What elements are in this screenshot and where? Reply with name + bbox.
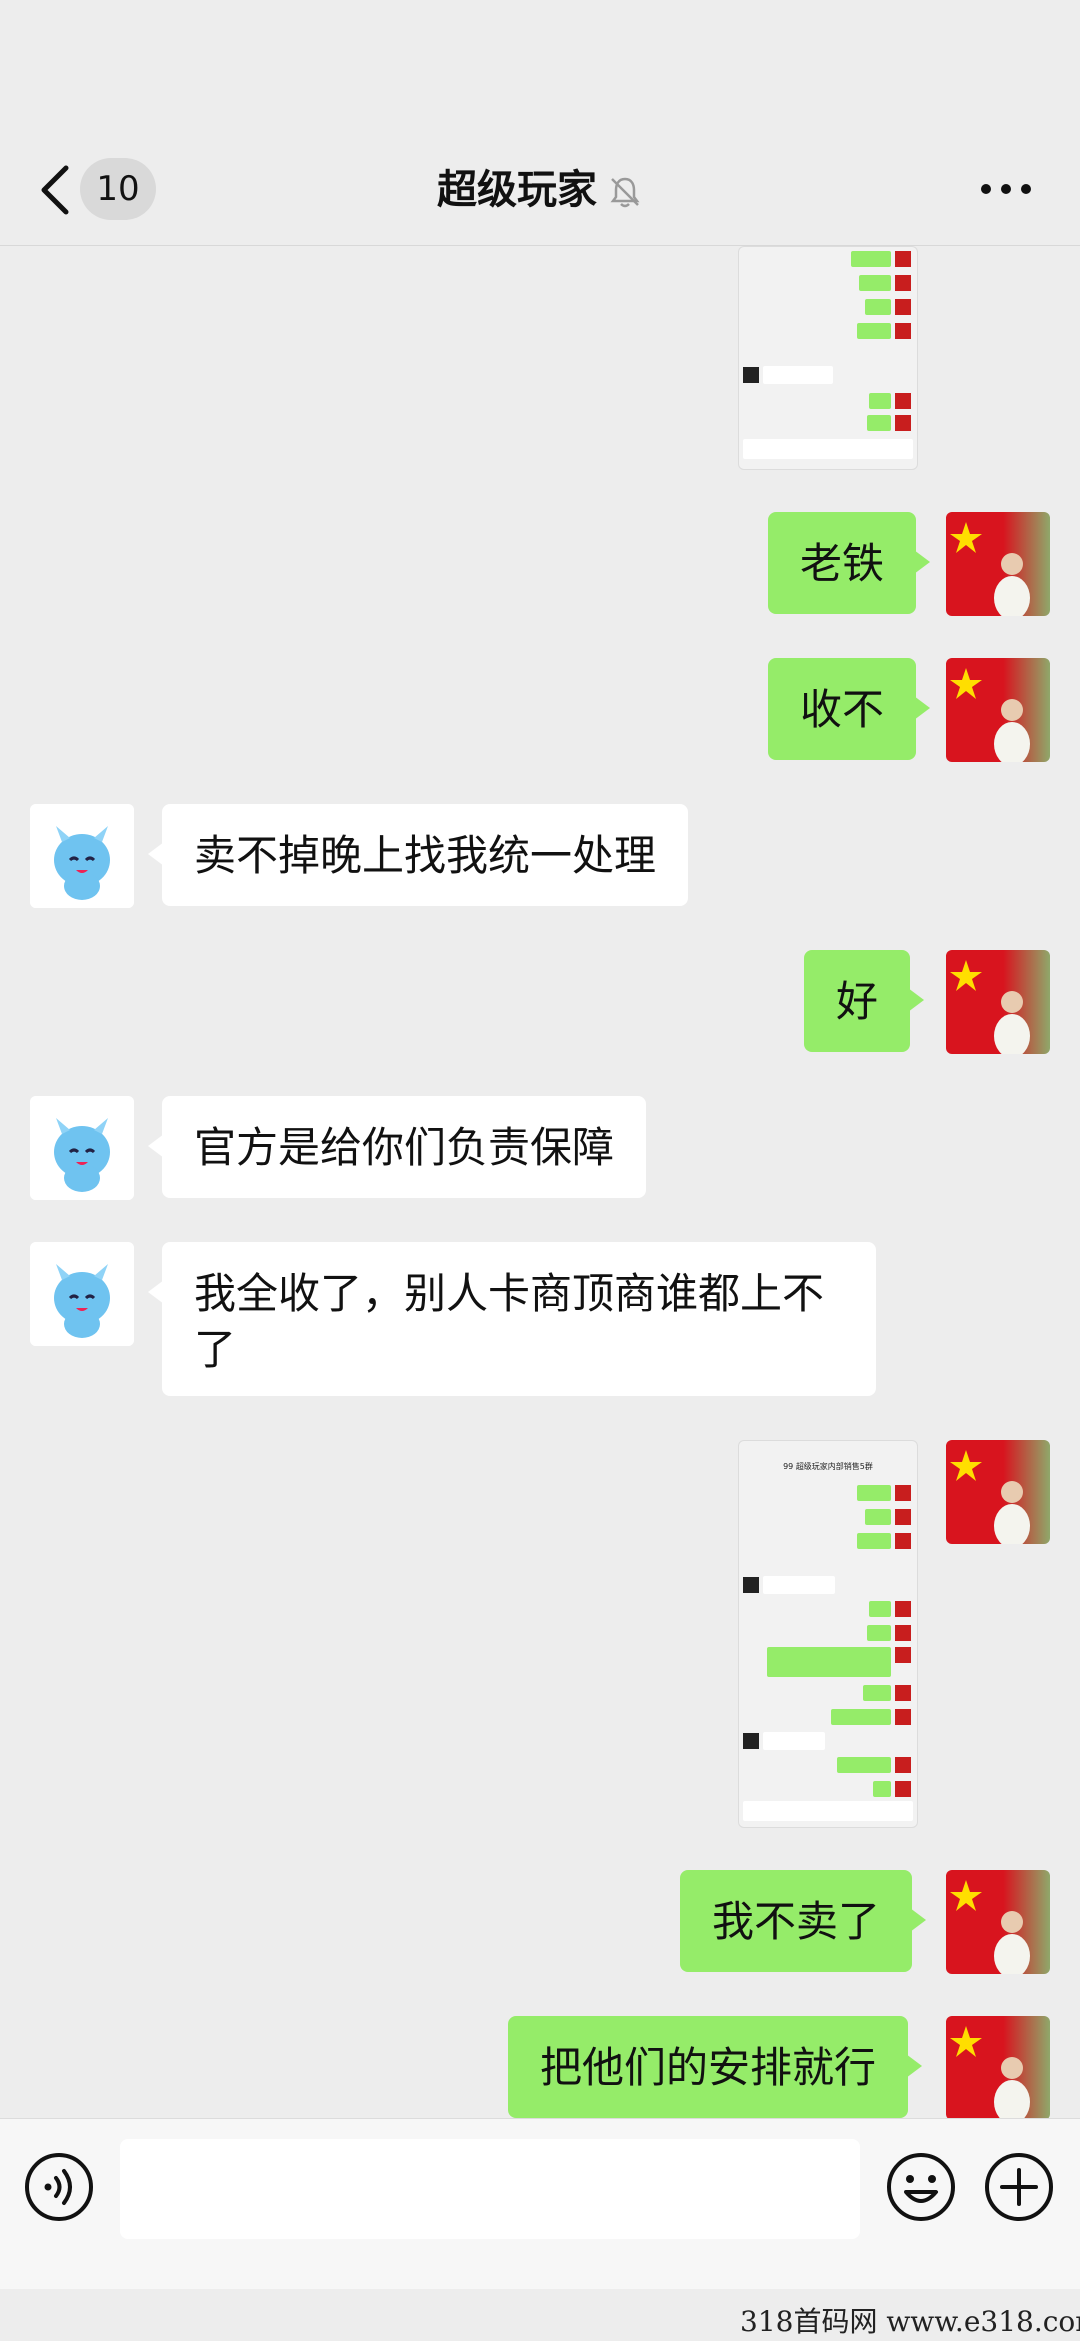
mini-bubble	[869, 1601, 891, 1617]
message-bubble-me[interactable]: 我不卖了	[680, 1870, 927, 1972]
mini-avatar	[895, 275, 911, 291]
mini-bubble	[857, 323, 891, 339]
mini-avatar	[743, 367, 759, 383]
message-bubble-me[interactable]: 老铁	[768, 512, 931, 614]
mini-bubble	[763, 1732, 825, 1750]
my-avatar[interactable]	[946, 2016, 1050, 2120]
mini-bubble	[873, 1781, 891, 1797]
mini-avatar	[895, 1509, 911, 1525]
message-bubble-me[interactable]: 把他们的安排就行	[508, 2016, 923, 2118]
contact-avatar[interactable]	[30, 1096, 134, 1200]
image-message-screenshot-2[interactable]: 99 超级玩家内部销售5群	[738, 1440, 918, 1828]
mini-avatar	[895, 1601, 911, 1617]
more-options-icon[interactable]	[978, 174, 1034, 204]
message-bubble-other[interactable]: 官方是给你们负责保障	[147, 1096, 647, 1198]
mini-input	[743, 1801, 913, 1821]
contact-avatar[interactable]	[30, 804, 134, 908]
my-avatar[interactable]	[946, 1440, 1050, 1544]
mini-avatar	[895, 1485, 911, 1501]
mini-bubble	[763, 366, 833, 384]
mini-input	[743, 439, 913, 459]
chat-header: 10 超级玩家	[0, 0, 1080, 246]
mini-avatar	[895, 323, 911, 339]
contact-avatar[interactable]	[30, 1242, 134, 1346]
mini-avatar	[895, 1709, 911, 1725]
mini-avatar	[895, 1625, 911, 1641]
mini-bubble	[851, 251, 891, 267]
mini-avatar	[895, 1757, 911, 1773]
add-plus-icon[interactable]	[984, 2152, 1054, 2222]
mini-bubble	[863, 1685, 891, 1701]
my-avatar[interactable]	[946, 1870, 1050, 1974]
message-bubble-me[interactable]: 收不	[768, 658, 931, 760]
input-bar	[0, 2118, 1080, 2289]
mini-bubble	[865, 1509, 891, 1525]
voice-input-icon[interactable]	[24, 2152, 94, 2222]
my-avatar[interactable]	[946, 658, 1050, 762]
mini-avatar	[895, 1685, 911, 1701]
emoji-icon[interactable]	[886, 2152, 956, 2222]
mini-bubble	[869, 393, 891, 409]
mini-avatar	[895, 1533, 911, 1549]
chat-title: 超级玩家	[437, 167, 597, 213]
mini-title-text: 超级玩家内部销售5群	[795, 1462, 873, 1471]
mini-bubble	[857, 1485, 891, 1501]
mini-bubble	[857, 1533, 891, 1549]
image-message-screenshot-1[interactable]	[738, 246, 918, 470]
watermark: 318首码网 www.e318.com	[740, 2305, 1080, 2338]
mini-avatar	[895, 1781, 911, 1797]
mute-bell-icon	[610, 177, 640, 208]
mini-bubble	[859, 275, 891, 291]
chat-title-wrap: 超级玩家	[0, 155, 1080, 225]
mini-bubble	[867, 415, 891, 431]
mini-avatar	[895, 415, 911, 431]
message-input[interactable]	[120, 2139, 860, 2239]
message-bubble-me[interactable]: 好	[804, 950, 925, 1052]
mini-avatar	[895, 393, 911, 409]
mini-bubble	[763, 1576, 835, 1594]
my-avatar[interactable]	[946, 950, 1050, 1054]
mini-bubble	[767, 1647, 891, 1677]
mini-bubble	[837, 1757, 891, 1773]
mini-avatar	[895, 251, 911, 267]
mini-count: 99	[783, 1462, 794, 1471]
mini-avatar	[743, 1733, 759, 1749]
message-bubble-other[interactable]: 卖不掉晚上找我统一处理	[147, 804, 689, 906]
mini-avatar	[895, 299, 911, 315]
mini-bubble	[831, 1709, 891, 1725]
mini-bubble	[865, 299, 891, 315]
my-avatar[interactable]	[946, 512, 1050, 616]
mini-bubble	[867, 1625, 891, 1641]
mini-title: 99 超级玩家内部销售5群	[739, 1461, 917, 1473]
mini-avatar	[895, 1647, 911, 1663]
message-bubble-other[interactable]: 我全收了，别人卡商顶商谁都上不了	[148, 1242, 876, 1396]
mini-avatar	[743, 1577, 759, 1593]
